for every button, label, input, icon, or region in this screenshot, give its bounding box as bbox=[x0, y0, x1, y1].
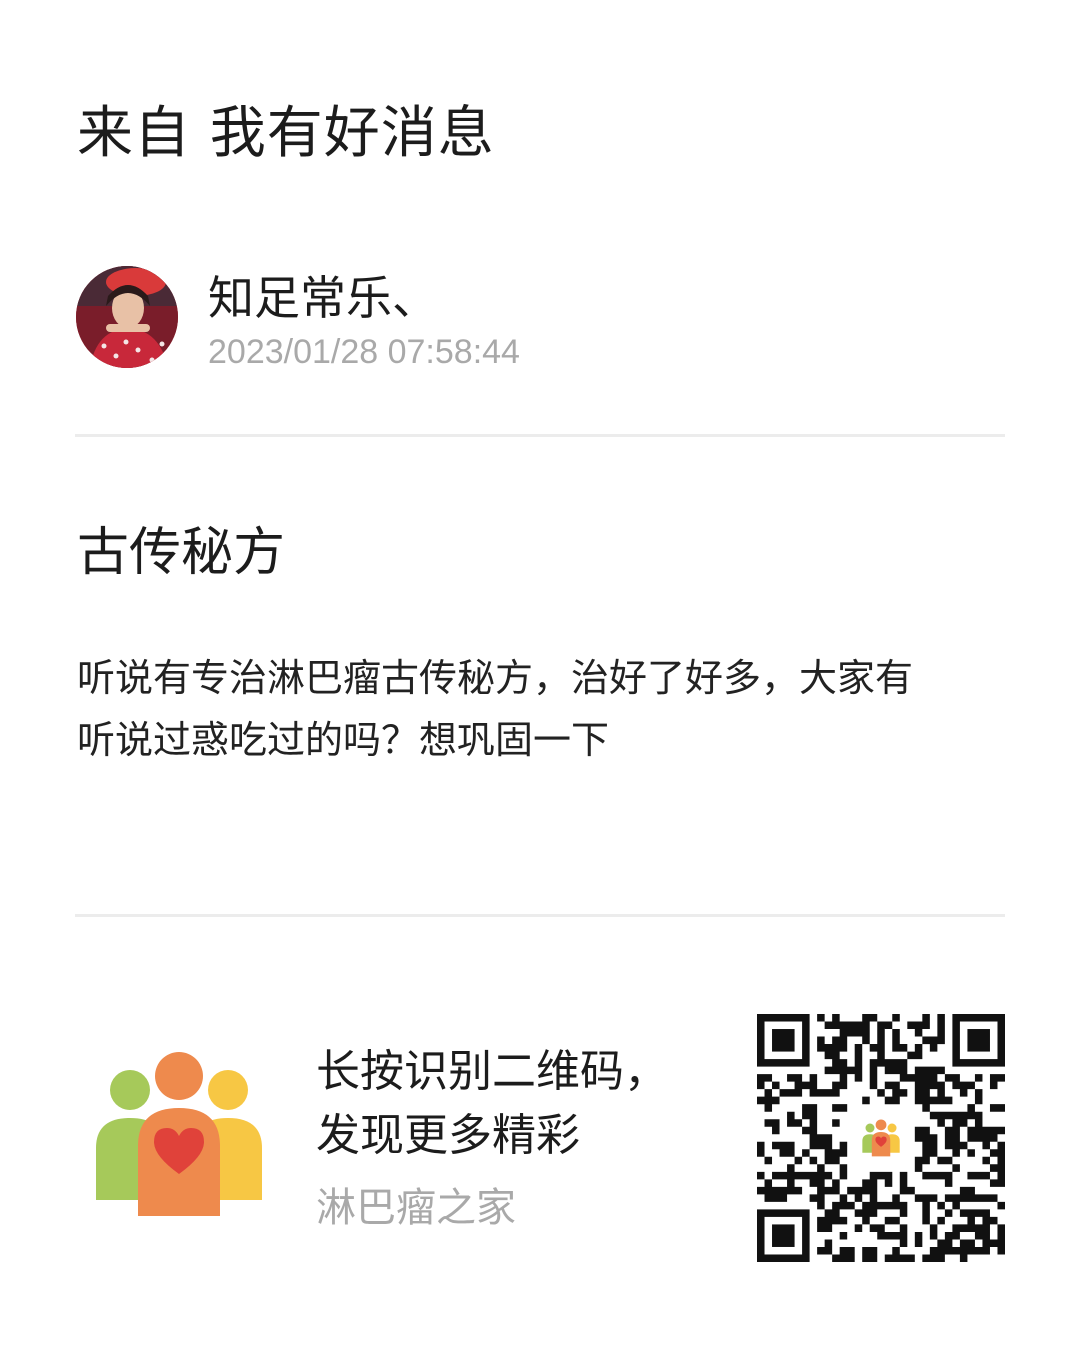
promo-line-2: 发现更多精彩 bbox=[316, 1110, 580, 1161]
avatar-photo-icon bbox=[76, 266, 178, 368]
avatar[interactable] bbox=[76, 266, 178, 368]
share-card: 来自 我有好消息 知足常乐、 2023/01/28 07:58:44 古传秘方 … bbox=[0, 0, 1080, 1357]
author-name[interactable]: 知足常乐、 bbox=[208, 270, 438, 326]
qr-finder-pattern bbox=[757, 1209, 810, 1262]
brand-name: 淋巴瘤之家 bbox=[316, 1185, 516, 1231]
divider bbox=[75, 914, 1005, 917]
qr-code-icon[interactable] bbox=[757, 1014, 1005, 1262]
page-title: 来自 我有好消息 bbox=[77, 101, 495, 166]
author-block: 知足常乐、 2023/01/28 07:58:44 bbox=[76, 266, 1006, 371]
post-title: 古传秘方 bbox=[77, 523, 286, 583]
post-body-line: 听说有专治淋巴瘤古传秘方，治好了好多，大家有 bbox=[77, 656, 914, 700]
community-heart-logo-icon bbox=[90, 1050, 268, 1220]
post-body: 听说有专治淋巴瘤古传秘方，治好了好多，大家有 听说过惑吃过的吗？想巩固一下 bbox=[77, 647, 1007, 771]
divider bbox=[75, 434, 1005, 437]
post-body-line: 听说过惑吃过的吗？想巩固一下 bbox=[77, 718, 610, 762]
post-timestamp: 2023/01/28 07:58:44 bbox=[208, 333, 520, 371]
qr-finder-pattern bbox=[952, 1014, 1005, 1067]
promo-text: 长按识别二维码， 发现更多精彩 淋巴瘤之家 bbox=[316, 1040, 726, 1234]
qr-center-logo-icon bbox=[862, 1119, 900, 1157]
qr-finder-pattern bbox=[757, 1014, 810, 1067]
promo-line-1: 长按识别二维码， bbox=[316, 1046, 668, 1097]
